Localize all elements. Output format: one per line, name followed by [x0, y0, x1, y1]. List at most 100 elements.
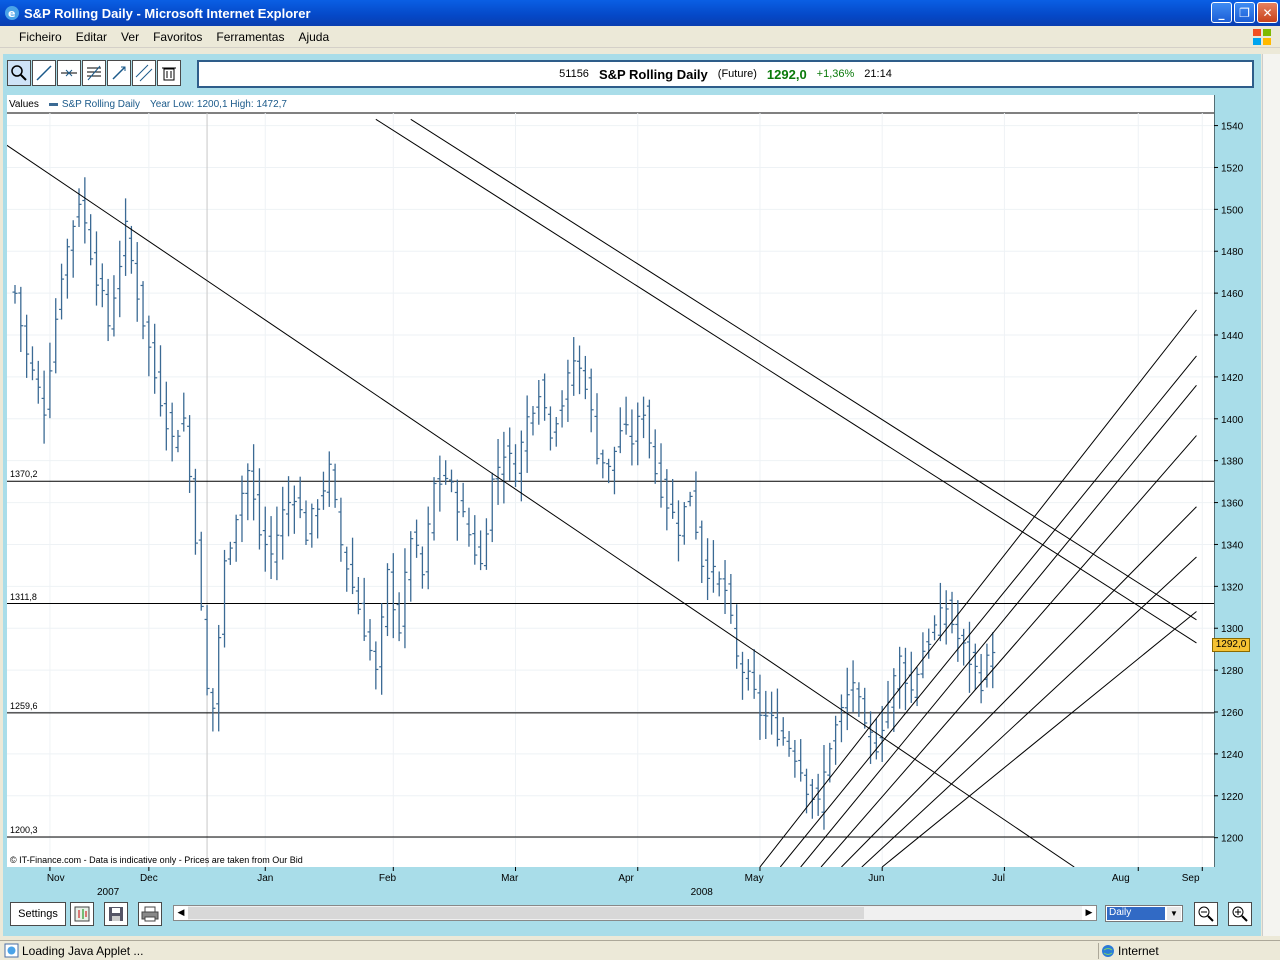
- horizontal-line-tool-button[interactable]: [57, 60, 81, 86]
- time-axis: Nov Dec Jan Feb Mar Apr May Jun Jul Aug Sep 2007 200…: [7, 867, 1214, 899]
- menu-ver[interactable]: Ver: [114, 30, 146, 44]
- level-label: 1259,6: [10, 700, 38, 711]
- level-label: 1370,2: [10, 469, 38, 480]
- price-tick-label: 1480: [1221, 247, 1244, 258]
- price-tick-label: 1320: [1221, 582, 1244, 593]
- scroll-left-icon[interactable]: ◀: [174, 906, 188, 920]
- menu-favoritos[interactable]: Favoritos: [146, 30, 209, 44]
- year-label: 2007: [97, 887, 120, 898]
- settings-button[interactable]: Settings: [10, 902, 66, 926]
- horizontal-line-tool-icon: [61, 69, 77, 77]
- legend-values-label: Values: [9, 99, 39, 110]
- zoom-tool-button[interactable]: [7, 60, 31, 86]
- price-tick-label: 1260: [1221, 708, 1244, 719]
- menu-ficheiro[interactable]: Ficheiro: [12, 30, 69, 44]
- channel-line: [759, 309, 1197, 868]
- price-chart-svg: [0, 112, 1214, 868]
- legend-swatch: [48, 102, 58, 106]
- save-button[interactable]: [104, 902, 128, 926]
- price-tick-label: 1400: [1221, 415, 1244, 426]
- level-label: 1311,8: [10, 591, 37, 602]
- price-tick-label: 1520: [1221, 163, 1244, 174]
- price-tick-label: 1240: [1221, 750, 1244, 761]
- zoom-in-button[interactable]: [1228, 902, 1252, 926]
- page-vertical-scrollbar[interactable]: [1262, 54, 1280, 936]
- scroll-right-icon[interactable]: ▶: [1082, 906, 1096, 920]
- close-button[interactable]: ✕: [1257, 2, 1278, 23]
- zoom-in-icon: [1232, 906, 1248, 922]
- minimize-button[interactable]: _: [1211, 2, 1232, 23]
- printer-icon: [141, 906, 159, 922]
- last-price-marker: 1292,0: [1212, 637, 1250, 652]
- window-title: S&P Rolling Daily - Microsoft Internet E…: [24, 5, 311, 21]
- price-tick-label: 1340: [1221, 540, 1244, 551]
- restore-button[interactable]: ❐: [1234, 2, 1255, 23]
- print-button[interactable]: [138, 902, 162, 926]
- chart-type-button[interactable]: [70, 902, 94, 926]
- page-loading-icon: [4, 943, 19, 958]
- menu-bar: Ficheiro Editar Ver Favoritos Ferramenta…: [0, 26, 1280, 48]
- windows-logo-icon: [1253, 29, 1271, 45]
- arrows-tool-icon: [112, 66, 126, 80]
- price-tick-label: 1300: [1221, 624, 1244, 635]
- instrument-name: S&P Rolling Daily: [598, 66, 708, 82]
- chevron-down-icon[interactable]: ▼: [1167, 907, 1181, 920]
- price-tick-label: 1360: [1221, 499, 1244, 510]
- instrument-info-bar: 51156 S&P Rolling Daily (Future) 1292,0 …: [197, 60, 1254, 88]
- month-label: May: [745, 873, 764, 884]
- trendline-tool-icon: [36, 65, 52, 81]
- price-tick-label: 1380: [1221, 457, 1244, 468]
- price-tick-label: 1220: [1221, 792, 1244, 803]
- trendline-tool-button[interactable]: [32, 60, 56, 86]
- level-label: 1200,3: [10, 825, 38, 836]
- trash-icon: [162, 67, 176, 81]
- scrollbar-thumb[interactable]: [188, 907, 864, 919]
- chart-legend: Values S&P Rolling Daily Year Low: 1200,…: [9, 99, 287, 110]
- channel-line: [779, 355, 1197, 868]
- drawing-toolbar: [7, 60, 193, 88]
- chart-area[interactable]: [0, 95, 1214, 868]
- menu-ferramentas[interactable]: Ferramentas: [209, 30, 291, 44]
- internet-zone-icon: [1102, 945, 1114, 957]
- menu-editar[interactable]: Editar: [69, 30, 114, 44]
- month-label: Dec: [140, 873, 158, 884]
- channel-line: [841, 506, 1197, 868]
- instrument-time: 21:14: [864, 68, 892, 80]
- time-scrollbar[interactable]: ◀ ▶: [173, 905, 1097, 921]
- ohlc-bars: [12, 177, 996, 830]
- instrument-price: 1292,0: [766, 66, 807, 82]
- month-label: Jan: [257, 873, 273, 884]
- trendline: [0, 140, 1075, 868]
- parallel-channel-tool-icon: [135, 64, 153, 82]
- month-label: Feb: [379, 873, 397, 884]
- year-label: 2008: [691, 887, 714, 898]
- internet-explorer-icon: e: [5, 6, 19, 20]
- fibonacci-tool-button[interactable]: [82, 60, 106, 86]
- status-bar: Loading Java Applet ... Internet: [0, 940, 1280, 960]
- zoom-tool-icon: [11, 65, 27, 81]
- price-tick-label: 1540: [1221, 122, 1244, 133]
- price-tick-label: 1500: [1221, 205, 1244, 216]
- month-label: Mar: [501, 873, 519, 884]
- menu-ajuda[interactable]: Ajuda: [291, 30, 336, 44]
- price-axis: 1540 1520 1500 1480 1460 1440 1420 1400 1380 1360…: [1213, 95, 1258, 867]
- status-text: Loading Java Applet ...: [22, 943, 144, 958]
- instrument-code: 51156: [559, 68, 589, 80]
- arrows-tool-button[interactable]: [107, 60, 131, 86]
- parallel-channel-tool-button[interactable]: [132, 60, 156, 86]
- month-label: Aug: [1112, 873, 1130, 884]
- period-select[interactable]: Daily ▼: [1105, 905, 1183, 922]
- price-tick-label: 1460: [1221, 289, 1244, 300]
- status-zone: Internet: [1118, 943, 1159, 958]
- trendline: [375, 118, 1197, 644]
- chart-bottom-bar: Settings ◀ ▶ Daily ▼: [7, 900, 1257, 930]
- status-separator: [1098, 943, 1099, 959]
- zoom-out-button[interactable]: [1194, 902, 1218, 926]
- price-tick-label: 1200: [1221, 834, 1244, 845]
- legend-series-name: S&P Rolling Daily: [61, 99, 141, 110]
- copyright-notice: © IT-Finance.com - Data is indicative on…: [10, 855, 303, 865]
- price-tick-label: 1440: [1221, 331, 1244, 342]
- instrument-type: (Future): [717, 68, 757, 80]
- delete-drawing-button[interactable]: [157, 60, 181, 86]
- month-label: Sep: [1182, 873, 1200, 884]
